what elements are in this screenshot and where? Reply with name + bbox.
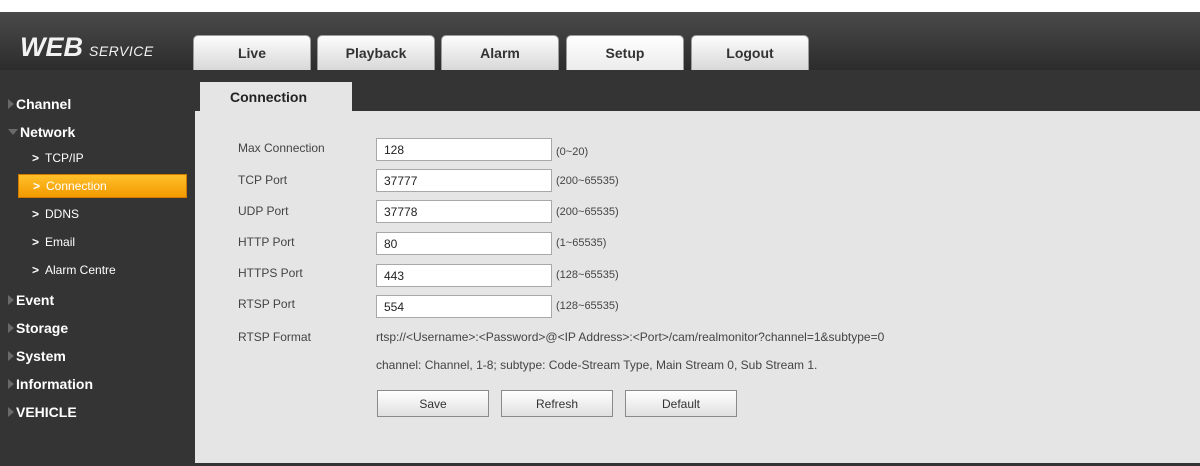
collapsed-arrow-icon [8,295,14,305]
chevron-right-icon: > [32,263,40,277]
tcp-port-range: (200~65535) [556,175,619,187]
sidebar-item-network[interactable]: Network [0,118,195,146]
https-port-label: HTTPS Port [238,266,303,280]
udp-port-range: (200~65535) [556,206,619,218]
logo-sub-text: SERVICE [89,43,154,59]
sidebar-item-channel[interactable]: Channel [0,90,195,118]
logo: WEB SERVICE [20,32,154,63]
sidebar-sub-label: TCP/IP [45,151,84,165]
sidebar-item-ddns[interactable]: > DDNS [18,202,187,226]
save-button[interactable]: Save [377,390,489,417]
chevron-right-icon: > [32,235,40,249]
sidebar-item-event[interactable]: Event [0,286,195,314]
default-button[interactable]: Default [625,390,737,417]
chevron-right-icon: > [33,179,41,193]
sidebar-label: Channel [16,96,72,112]
sidebar-item-system[interactable]: System [0,342,195,370]
sidebar-sub-label: Alarm Centre [45,263,116,277]
https-port-range: (128~65535) [556,269,619,281]
collapsed-arrow-icon [8,351,14,361]
rtsp-port-field[interactable]: 554 [376,295,552,318]
tab-playback[interactable]: Playback [317,35,435,70]
http-port-label: HTTP Port [238,235,295,249]
sidebar-label: Event [16,292,55,308]
sidebar-item-vehicle[interactable]: VEHICLE [0,398,195,426]
sidebar-item-connection[interactable]: > Connection [18,174,187,198]
http-port-range: (1~65535) [556,237,607,249]
tab-logout[interactable]: Logout [691,35,809,70]
sidebar-item-alarm-centre[interactable]: > Alarm Centre [18,258,187,282]
sidebar-item-tcpip[interactable]: > TCP/IP [18,146,187,170]
collapsed-arrow-icon [8,323,14,333]
logo-main-text: WEB [20,32,83,62]
chevron-right-icon: > [32,151,40,165]
https-port-field[interactable]: 443 [376,264,552,287]
sidebar-sub-label: DDNS [45,207,80,221]
app-window: WEB SERVICE Live Playback Alarm Setup Log… [0,0,1200,466]
chevron-right-icon: > [32,207,40,221]
expanded-arrow-icon [8,129,18,135]
sidebar-label: Storage [16,320,69,336]
sidebar: Channel Network > TCP/IP > Connection > … [0,70,195,466]
sidebar-label: System [16,348,66,364]
tcp-port-field[interactable]: 37777 [376,169,552,192]
collapsed-arrow-icon [8,407,14,417]
sidebar-label: Network [20,124,76,140]
collapsed-arrow-icon [8,99,14,109]
sidebar-item-storage[interactable]: Storage [0,314,195,342]
rtsp-port-range: (128~65535) [556,300,619,312]
sidebar-sub-label: Email [45,235,76,249]
sidebar-sub-label: Connection [46,179,107,193]
sidebar-item-email[interactable]: > Email [18,230,187,254]
max-connection-field[interactable]: 128 [376,138,552,161]
refresh-button[interactable]: Refresh [501,390,613,417]
sidebar-label: Information [16,376,93,392]
rtsp-port-label: RTSP Port [238,297,295,311]
tab-live[interactable]: Live [193,35,311,70]
rtsp-format-value: rtsp://<Username>:<Password>@<IP Address… [376,330,885,344]
max-connection-label: Max Connection [238,141,325,155]
max-connection-range: (0~20) [556,146,589,158]
sidebar-item-information[interactable]: Information [0,370,195,398]
tab-alarm[interactable]: Alarm [441,35,559,70]
http-port-field[interactable]: 80 [376,232,552,255]
tab-setup[interactable]: Setup [566,35,684,70]
sidebar-label: VEHICLE [16,404,77,420]
rtsp-format-label: RTSP Format [238,330,311,344]
tcp-port-label: TCP Port [238,173,288,187]
collapsed-arrow-icon [8,379,14,389]
section-tab-connection[interactable]: Connection [200,82,352,111]
udp-port-label: UDP Port [238,204,289,218]
udp-port-field[interactable]: 37778 [376,200,552,223]
rtsp-format-note: channel: Channel, 1-8; subtype: Code-Str… [376,358,818,372]
